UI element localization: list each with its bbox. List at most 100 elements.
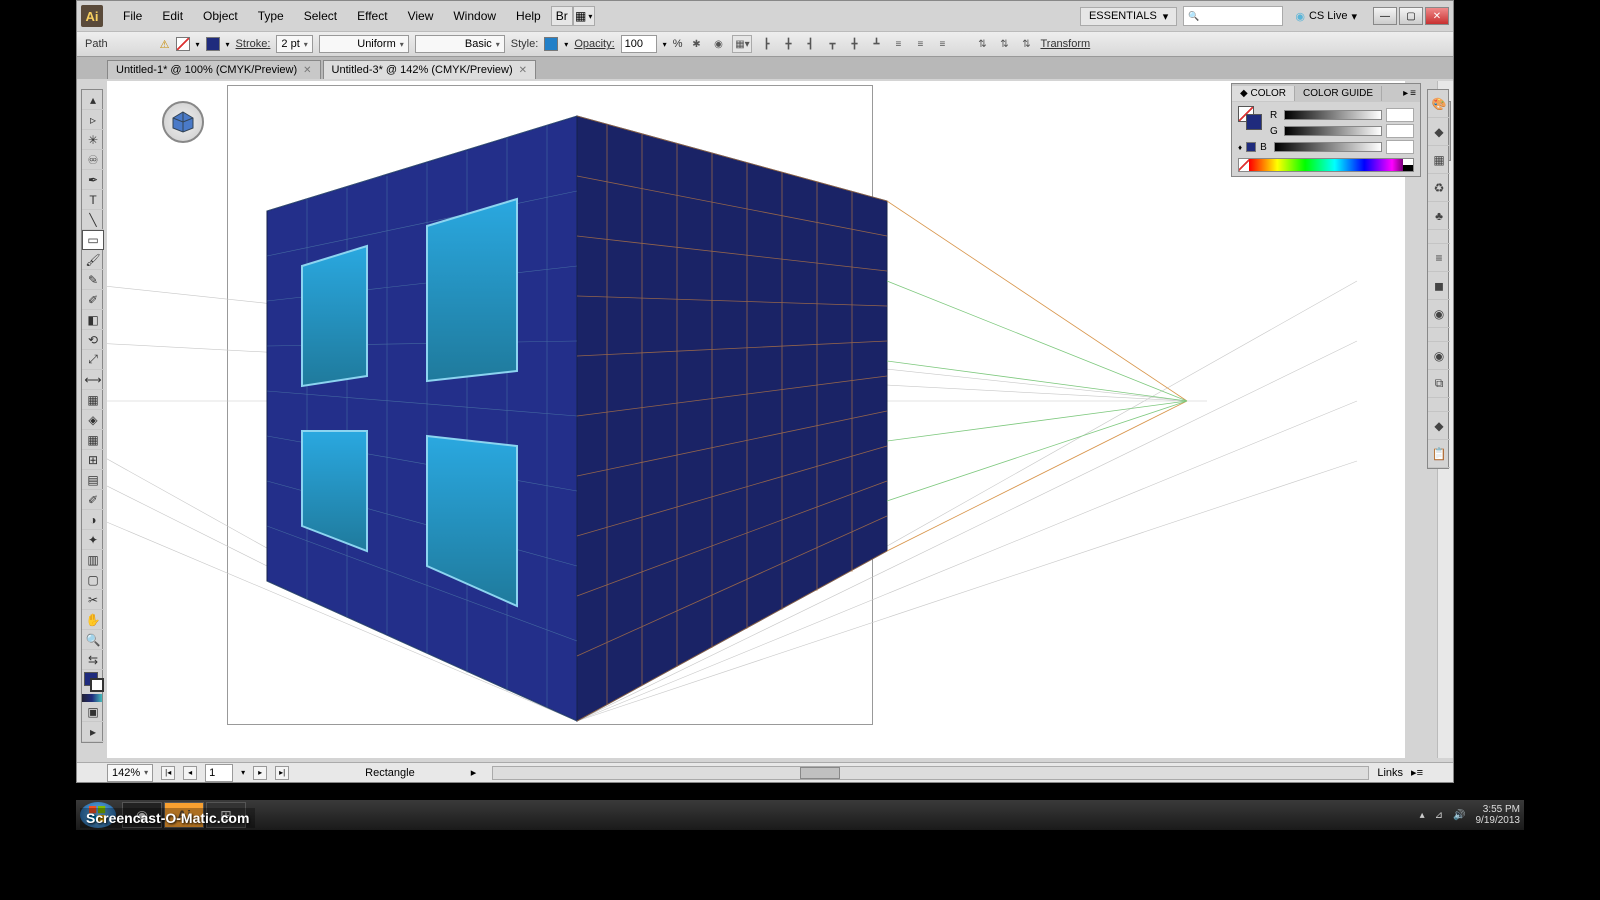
free-transform-tool[interactable]: ▦	[82, 390, 104, 410]
menu-help[interactable]: Help	[506, 5, 551, 27]
artboards-panel-icon[interactable]: 📋	[1428, 440, 1450, 468]
panel-collapse-icon[interactable]: ▸	[1403, 88, 1408, 99]
r-slider[interactable]	[1284, 110, 1382, 120]
artboard-number[interactable]	[205, 764, 233, 782]
cslive-button[interactable]: CS Live ▾	[1289, 8, 1363, 25]
canvas-area[interactable]	[107, 81, 1405, 758]
symbol-sprayer-tool[interactable]: ✦	[82, 530, 104, 550]
appearance-panel-icon[interactable]: ◉	[1428, 342, 1450, 370]
color-spectrum[interactable]	[1238, 158, 1414, 172]
search-input[interactable]	[1183, 6, 1283, 26]
zoom-tool[interactable]: 🔍	[82, 630, 104, 650]
stroke-weight-input[interactable]: 2 pt	[276, 35, 312, 53]
edit-clip-icon[interactable]: ⇅	[996, 35, 1012, 53]
g-slider[interactable]	[1284, 126, 1382, 136]
align-panel-icon[interactable]: ⧉	[1428, 370, 1450, 398]
fill-swatch[interactable]	[176, 37, 190, 51]
maximize-button[interactable]: ▢	[1399, 7, 1423, 25]
minimize-button[interactable]: —	[1373, 7, 1397, 25]
color-mode-strip[interactable]	[82, 694, 102, 702]
bridge-button[interactable]: Br	[551, 6, 573, 26]
eraser-tool[interactable]: ◧	[82, 310, 104, 330]
arrange-documents-button[interactable]: ▦	[573, 6, 595, 26]
blend-tool[interactable]: ◑	[82, 510, 104, 530]
variable-width-profile[interactable]: Uniform	[319, 35, 409, 53]
align-hcenter-icon[interactable]: ╋	[780, 35, 796, 53]
color-guide-tab[interactable]: COLOR GUIDE	[1295, 86, 1382, 101]
align-vcenter-icon[interactable]: ╋	[846, 35, 862, 53]
zoom-level[interactable]: 142%	[107, 764, 153, 782]
prev-artboard-button[interactable]: ◂	[183, 766, 197, 780]
stroke-label[interactable]: Stroke:	[236, 38, 271, 50]
recolor-artwork-icon[interactable]: ◉	[710, 35, 726, 53]
align-dropdown[interactable]: ▦▾	[732, 35, 752, 53]
g-value[interactable]	[1386, 124, 1414, 138]
tab-close-icon[interactable]: ✕	[303, 65, 311, 76]
lasso-tool[interactable]: ♾	[82, 150, 104, 170]
document-tab-1[interactable]: Untitled-1* @ 100% (CMYK/Preview)✕	[107, 60, 321, 79]
selection-tool[interactable]: ▴	[82, 90, 104, 110]
menu-view[interactable]: View	[398, 5, 444, 27]
screen-mode-button[interactable]: ▣	[82, 702, 104, 722]
symbols-panel-icon[interactable]: ▦	[1428, 146, 1450, 174]
shape-builder-tool[interactable]: ◈	[82, 410, 104, 430]
isolate-icon[interactable]: ⇅	[974, 35, 990, 53]
align-bottom-icon[interactable]: ┻	[868, 35, 884, 53]
workspace-switcher[interactable]: ESSENTIALS▾	[1080, 7, 1177, 26]
gradient-panel-icon[interactable]: ◼	[1428, 272, 1450, 300]
eyedropper-tool[interactable]: ✐	[82, 490, 104, 510]
pen-tool[interactable]: ✒	[82, 170, 104, 190]
last-artboard-button[interactable]: ▸|	[275, 766, 289, 780]
color-panel-icon[interactable]: 🎨	[1428, 90, 1450, 118]
panel-menu-icon[interactable]: ▸≡	[1411, 766, 1423, 779]
rectangle-tool[interactable]: ▭	[82, 230, 104, 250]
panel-menu-icon[interactable]: ≡	[1410, 88, 1416, 99]
hand-tool[interactable]: ✋	[82, 610, 104, 630]
document-tab-2[interactable]: Untitled-3* @ 142% (CMYK/Preview)✕	[323, 60, 537, 79]
menu-edit[interactable]: Edit	[152, 5, 193, 27]
direct-selection-tool[interactable]: ▹	[82, 110, 104, 130]
menu-select[interactable]: Select	[294, 5, 347, 27]
first-artboard-button[interactable]: |◂	[161, 766, 175, 780]
gradient-tool[interactable]: ▤	[82, 470, 104, 490]
pencil-tool[interactable]: ✎	[82, 270, 104, 290]
fill-stroke-swatches[interactable]	[82, 670, 102, 694]
opacity-label[interactable]: Opacity:	[574, 38, 614, 50]
menu-effect[interactable]: Effect	[347, 5, 397, 27]
graphic-style-swatch[interactable]	[544, 37, 558, 51]
menu-type[interactable]: Type	[248, 5, 294, 27]
tray-up-icon[interactable]: ▴	[1420, 810, 1425, 821]
toolbox-expand[interactable]: ▸	[82, 722, 104, 742]
graphic-styles-icon[interactable]: ♣	[1428, 202, 1450, 230]
b-slider[interactable]	[1274, 142, 1382, 152]
line-tool[interactable]: ╲	[82, 210, 104, 230]
next-artboard-button[interactable]: ▸	[253, 766, 267, 780]
stroke-swatch[interactable]	[206, 37, 220, 51]
color-tab[interactable]: ◆ COLOR	[1232, 86, 1295, 101]
type-tool[interactable]: T	[82, 190, 104, 210]
toggle-fill-stroke[interactable]: ⇆	[82, 650, 104, 670]
brushes-panel-icon[interactable]: ♻	[1428, 174, 1450, 202]
transparency-panel-icon[interactable]: ◉	[1428, 300, 1450, 328]
menu-file[interactable]: File	[113, 5, 152, 27]
mesh-tool[interactable]: ⊞	[82, 450, 104, 470]
distribute-h-icon[interactable]: ≡	[890, 35, 906, 53]
tray-volume-icon[interactable]: 🔊	[1453, 810, 1465, 821]
tab-close-icon[interactable]: ✕	[519, 65, 527, 76]
r-value[interactable]	[1386, 108, 1414, 122]
edit-contents-icon[interactable]: ⇅	[1018, 35, 1034, 53]
stroke-panel-icon[interactable]: ≡	[1428, 244, 1450, 272]
slice-tool[interactable]: ✂	[82, 590, 104, 610]
menu-window[interactable]: Window	[443, 5, 506, 27]
distribute-v-icon[interactable]: ≡	[912, 35, 928, 53]
tray-network-icon[interactable]: ⊿	[1435, 810, 1443, 821]
menu-object[interactable]: Object	[193, 5, 248, 27]
paintbrush-tool[interactable]: 🖌	[82, 250, 104, 270]
swatches-panel-icon[interactable]: ◆	[1428, 118, 1450, 146]
close-button[interactable]: ✕	[1425, 7, 1449, 25]
artboard-tool[interactable]: ▢	[82, 570, 104, 590]
layers-panel-icon[interactable]: ◆	[1428, 412, 1450, 440]
distribute-spacing-icon[interactable]: ≡	[934, 35, 950, 53]
system-clock[interactable]: 3:55 PM 9/19/2013	[1476, 804, 1521, 826]
perspective-grid-tool[interactable]: ▦	[82, 430, 104, 450]
